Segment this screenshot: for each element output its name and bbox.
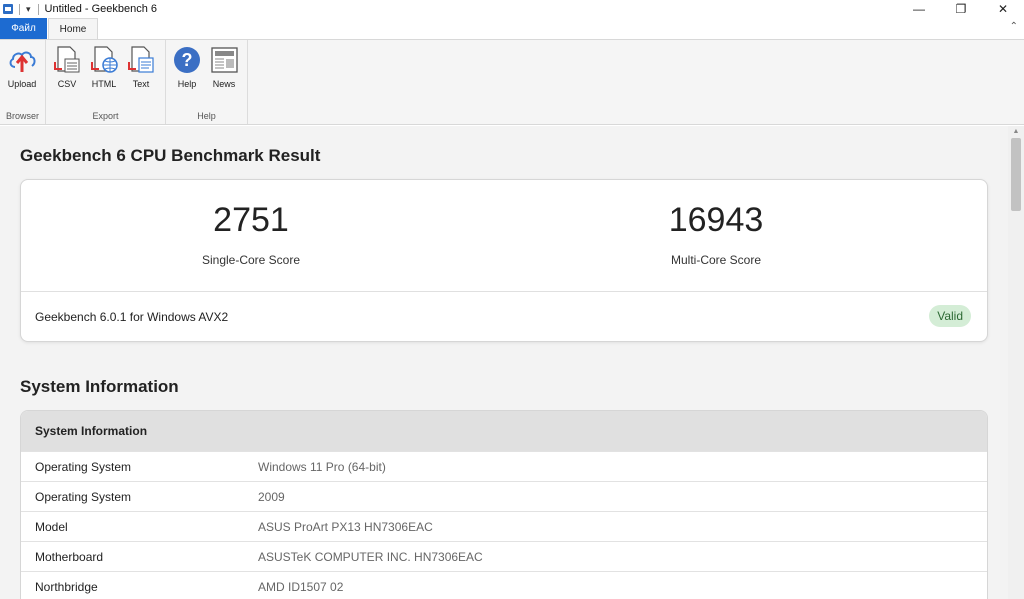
table-row: Northbridge AMD ID1507 02 — [21, 571, 987, 599]
group-label-help: Help — [197, 111, 216, 121]
scroll-up-icon[interactable]: ▲ — [1008, 128, 1024, 135]
result-view[interactable]: Geekbench 6 CPU Benchmark Result 2751 Si… — [0, 126, 1008, 599]
table-row: Operating System 2009 — [21, 481, 987, 511]
upload-button[interactable]: Upload — [4, 45, 40, 91]
single-core-score: 2751 Single-Core Score — [21, 200, 481, 267]
svg-text:?: ? — [182, 50, 193, 70]
html-file-icon — [91, 46, 118, 73]
row-key: Model — [35, 520, 68, 534]
row-key: Northbridge — [35, 580, 98, 594]
upload-label: Upload — [7, 79, 37, 89]
news-button[interactable]: News — [206, 45, 242, 91]
news-label: News — [212, 79, 236, 89]
page-title: Geekbench 6 CPU Benchmark Result — [20, 146, 321, 165]
help-button[interactable]: ? Help — [169, 45, 205, 91]
multi-core-score: 16943 Multi-Core Score — [486, 200, 946, 267]
row-key: Motherboard — [35, 550, 104, 564]
collapse-ribbon-icon[interactable]: ⌃ — [1010, 21, 1018, 32]
version-text: Geekbench 6.0.1 for Windows AVX2 — [35, 310, 229, 324]
table-header: System Information — [21, 411, 987, 451]
row-value: ASUS ProArt PX13 HN7306EAC — [258, 520, 433, 534]
upload-cloud-icon — [9, 51, 36, 72]
system-info-table: System Information Operating System Wind… — [20, 410, 988, 599]
window-title: Untitled - Geekbench 6 — [44, 3, 158, 15]
quick-access-dropdown-icon[interactable]: ▾ — [26, 4, 31, 14]
scrollbar-thumb[interactable] — [1011, 138, 1021, 211]
ribbon-group-export: CSV HTML Text Export — [46, 40, 166, 124]
row-key: Operating System — [35, 460, 132, 474]
text-label: Text — [132, 79, 150, 89]
app-icon[interactable] — [3, 4, 13, 14]
row-value: AMD ID1507 02 — [258, 580, 344, 594]
ribbon-group-browser: Upload Browser — [0, 40, 46, 124]
row-key: Operating System — [35, 490, 132, 504]
news-icon — [211, 47, 238, 73]
table-row: Model ASUS ProArt PX13 HN7306EAC — [21, 511, 987, 541]
title-divider — [37, 3, 39, 15]
table-row: Operating System Windows 11 Pro (64-bit) — [21, 451, 987, 481]
csv-file-icon — [54, 46, 80, 73]
section-title-system-information: System Information — [20, 377, 179, 396]
ribbon-group-help: ? Help News Help — [166, 40, 248, 124]
vertical-scrollbar[interactable]: ▲ — [1008, 126, 1024, 599]
help-label: Help — [177, 79, 197, 89]
text-file-icon — [128, 46, 154, 73]
minimize-button[interactable]: — — [898, 0, 940, 18]
group-label-browser: Browser — [5, 111, 39, 121]
table-row: Motherboard ASUSTeK COMPUTER INC. HN7306… — [21, 541, 987, 571]
score-card: 2751 Single-Core Score 16943 Multi-Core … — [20, 179, 988, 342]
text-button[interactable]: Text — [123, 45, 159, 91]
card-divider — [21, 291, 987, 292]
single-core-label: Single-Core Score — [201, 253, 301, 267]
help-icon: ? — [174, 47, 200, 73]
ribbon-tabs: Файл Home ⌃ — [0, 18, 1024, 40]
html-button[interactable]: HTML — [86, 45, 122, 91]
title-divider — [19, 3, 20, 15]
ribbon: Upload Browser CSV HTML Text Export ? He… — [0, 39, 1024, 125]
status-badge: Valid — [929, 305, 971, 327]
multi-core-value: 16943 — [668, 201, 764, 239]
single-core-value: 2751 — [213, 201, 289, 239]
restore-button[interactable]: ❐ — [940, 0, 982, 18]
close-button[interactable]: ✕ — [982, 0, 1024, 18]
csv-label: CSV — [57, 79, 77, 89]
tab-file[interactable]: Файл — [0, 18, 47, 39]
tab-home[interactable]: Home — [48, 18, 98, 40]
row-value: ASUSTeK COMPUTER INC. HN7306EAC — [258, 550, 483, 564]
title-bar: ▾ Untitled - Geekbench 6 — ❐ ✕ — [0, 0, 1024, 18]
window-controls: — ❐ ✕ — [898, 0, 1024, 18]
row-value: Windows 11 Pro (64-bit) — [258, 460, 386, 474]
group-label-export: Export — [92, 111, 119, 121]
html-label: HTML — [91, 79, 117, 89]
multi-core-label: Multi-Core Score — [670, 253, 762, 267]
row-value: 2009 — [258, 490, 285, 504]
csv-button[interactable]: CSV — [49, 45, 85, 91]
